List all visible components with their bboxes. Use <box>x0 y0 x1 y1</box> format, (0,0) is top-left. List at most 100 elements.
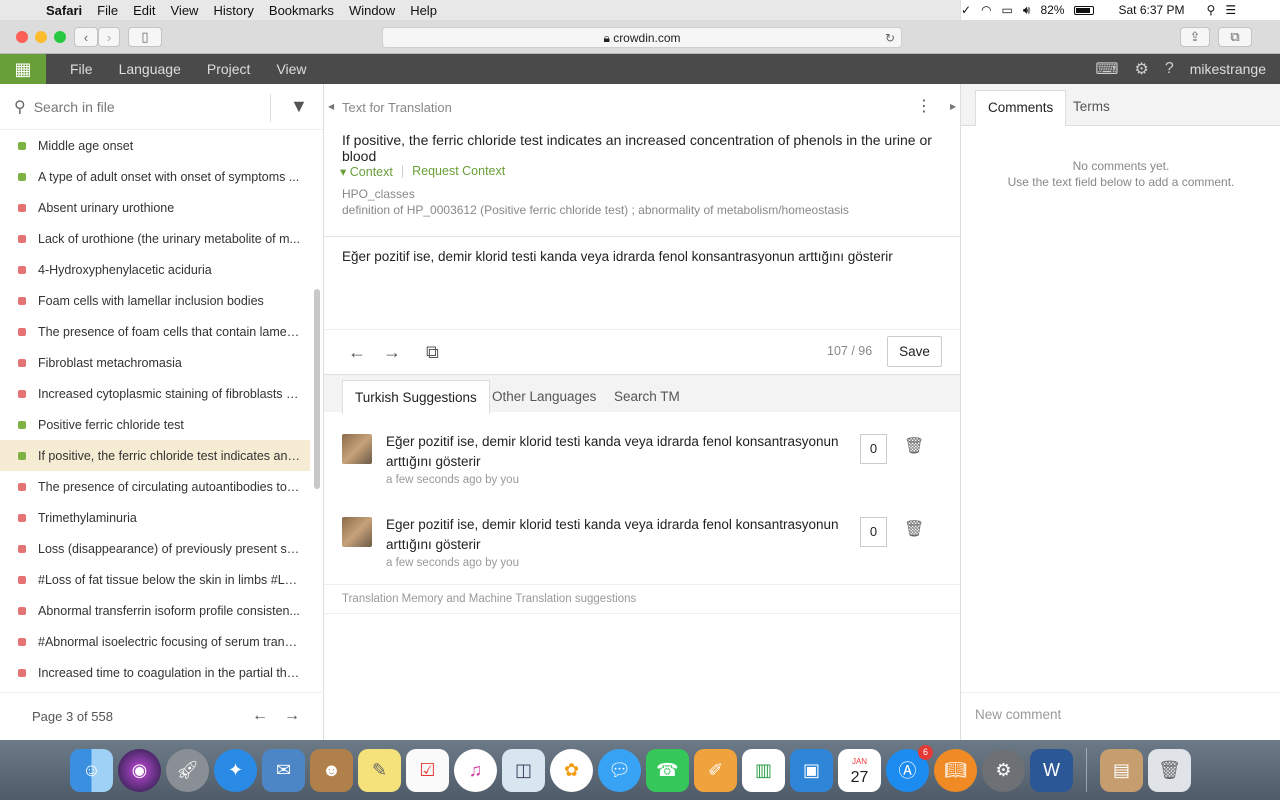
safari-icon[interactable]: ✦ <box>214 748 257 792</box>
string-row[interactable]: Trimethylaminuria <box>0 502 310 533</box>
help-icon[interactable]: ? <box>1165 60 1174 78</box>
menu-app-name[interactable]: Safari <box>46 3 82 18</box>
suggestion-item[interactable]: Eger pozitif ise, demir klorid testi kan… <box>324 505 960 587</box>
next-page-icon[interactable]: → <box>284 707 300 725</box>
minimize-window-button[interactable] <box>35 31 47 43</box>
contacts-icon[interactable]: ☻ <box>310 748 353 792</box>
tab-terms[interactable]: Terms <box>1061 90 1122 126</box>
photos-icon[interactable]: ✿ <box>550 748 593 792</box>
suggestion-text[interactable]: Eger pozitif ise, demir klorid testi kan… <box>386 515 846 555</box>
string-row[interactable]: If positive, the ferric chloride test in… <box>0 440 310 471</box>
calendar-icon[interactable]: JAN 27 <box>838 748 881 792</box>
sidebar-toggle-button[interactable]: ▯ <box>128 27 162 47</box>
tab-turkish-suggestions[interactable]: Turkish Suggestions <box>342 380 490 414</box>
close-window-button[interactable] <box>16 31 28 43</box>
menu-help[interactable]: Help <box>410 3 437 18</box>
app-grid-icon[interactable]: ▦ <box>0 54 46 84</box>
books-icon[interactable]: 📖︎ <box>934 748 977 792</box>
string-row[interactable]: Middle age onset <box>0 130 310 161</box>
context-toggle[interactable]: ▾ Context <box>340 164 393 179</box>
search-input[interactable] <box>33 98 254 115</box>
string-row[interactable]: Positive ferric chloride test <box>0 409 310 440</box>
clock[interactable]: Sat 6:37 PM <box>1118 3 1184 17</box>
string-row[interactable]: Abnormal transferrin isoform profile con… <box>0 595 310 626</box>
mail-bird-icon[interactable]: ✉ <box>262 748 305 792</box>
save-button[interactable]: Save <box>887 336 942 367</box>
notes-icon[interactable]: ✎ <box>358 748 401 792</box>
copy-source-icon[interactable]: ⧉ <box>426 342 439 363</box>
system-preferences-icon[interactable]: ⚙ <box>982 748 1025 792</box>
forward-button[interactable]: › <box>98 27 120 47</box>
pages-icon[interactable]: ✐ <box>694 748 737 792</box>
app-store-icon[interactable]: Ⓐ 6 <box>886 744 933 792</box>
tab-comments[interactable]: Comments <box>975 90 1067 126</box>
zoom-window-button[interactable] <box>54 31 66 43</box>
launchpad-icon[interactable]: 🚀︎ <box>166 748 209 792</box>
reload-icon[interactable]: ↻ <box>885 28 895 48</box>
menu-edit[interactable]: Edit <box>133 3 155 18</box>
vote-count[interactable]: 0 <box>860 434 887 464</box>
reminders-icon[interactable]: ☑ <box>406 748 449 792</box>
more-options-icon[interactable]: ⋮ <box>916 96 932 116</box>
translation-editor[interactable]: Eğer pozitif ise, demir klorid testi kan… <box>324 236 960 330</box>
vote-count[interactable]: 0 <box>860 517 887 547</box>
volume-icon[interactable]: 🔊︎ <box>1023 3 1031 18</box>
collapse-left-icon[interactable]: ◀ <box>328 102 334 111</box>
battery-icon[interactable] <box>1074 5 1095 15</box>
trash-icon[interactable]: 🗑︎ <box>904 436 924 456</box>
menu-project[interactable]: Project <box>207 61 251 77</box>
facetime-icon[interactable]: ☎ <box>646 748 689 792</box>
tabs-overview-button[interactable]: ⧉ <box>1218 27 1252 47</box>
string-row[interactable]: #Loss of fat tissue below the skin in li… <box>0 564 310 595</box>
string-row[interactable]: Absent urinary urothione <box>0 192 310 223</box>
string-row[interactable]: The presence of foam cells that contain … <box>0 316 310 347</box>
request-context-link[interactable]: Request Context <box>412 164 505 179</box>
wifi-icon[interactable]: ◠ <box>981 3 991 17</box>
checkmark-icon[interactable]: ✓ <box>961 3 971 17</box>
notification-center-icon[interactable]: ☰ <box>1225 3 1236 17</box>
arrow-left-icon[interactable]: ← <box>348 342 366 363</box>
share-button[interactable]: ⇪ <box>1180 27 1210 47</box>
keynote-icon[interactable]: ▣ <box>790 748 833 792</box>
string-row[interactable]: Lack of urothione (the urinary metabolit… <box>0 223 310 254</box>
string-row[interactable]: 4-Hydroxyphenylacetic aciduria <box>0 254 310 285</box>
string-row[interactable]: #Abnormal isoelectric focusing of serum … <box>0 626 310 657</box>
username[interactable]: mikestrange <box>1190 61 1266 77</box>
string-row[interactable]: Fibroblast metachromasia <box>0 347 310 378</box>
word-icon[interactable]: W <box>1030 748 1073 792</box>
menu-file[interactable]: File <box>97 3 118 18</box>
tab-other-languages[interactable]: Other Languages <box>480 380 608 414</box>
airplay-icon[interactable]: ▭ <box>1002 3 1013 17</box>
gear-icon[interactable]: ⚙ <box>1134 59 1148 79</box>
string-row[interactable]: Increased cytoplasmic staining of fibrob… <box>0 378 310 409</box>
arrow-right-icon[interactable]: → <box>383 342 401 363</box>
address-bar[interactable]: 🔒︎ crowdin.com ↻ <box>382 27 902 48</box>
keyboard-icon[interactable]: ⌨ <box>1095 59 1118 79</box>
finder-icon[interactable]: ☺ <box>70 748 113 792</box>
suggestion-text[interactable]: Eğer pozitif ise, demir klorid testi kan… <box>386 432 846 472</box>
collapse-right-icon[interactable]: ▶ <box>950 102 956 111</box>
strings-scrollbar[interactable] <box>314 289 320 489</box>
menu-language[interactable]: Language <box>119 61 181 77</box>
string-row[interactable]: Loss (disappearance) of previously prese… <box>0 533 310 564</box>
menu-file-crowdin[interactable]: File <box>70 61 93 77</box>
trash-icon[interactable]: 🗑︎ <box>904 519 924 539</box>
menu-view-crowdin[interactable]: View <box>276 61 306 77</box>
menu-history[interactable]: History <box>213 3 253 18</box>
menu-window[interactable]: Window <box>349 3 395 18</box>
string-row[interactable]: Foam cells with lamellar inclusion bodie… <box>0 285 310 316</box>
new-comment-input[interactable] <box>975 707 1265 722</box>
downloads-folder-icon[interactable]: ▤ <box>1100 748 1143 792</box>
menu-view[interactable]: View <box>171 3 199 18</box>
filter-icon[interactable]: ▼ <box>290 96 308 117</box>
back-button[interactable]: ‹ <box>74 27 98 47</box>
string-row[interactable]: The presence of circulating autoantibodi… <box>0 471 310 502</box>
itunes-icon[interactable]: ♫ <box>454 748 497 792</box>
suggestion-item[interactable]: Eğer pozitif ise, demir klorid testi kan… <box>324 422 960 504</box>
preview-icon[interactable]: ◫ <box>502 748 545 792</box>
string-row[interactable]: A type of adult onset with onset of symp… <box>0 161 310 192</box>
messages-icon[interactable]: 💬︎ <box>598 748 641 792</box>
translation-text[interactable]: Eğer pozitif ise, demir klorid testi kan… <box>342 249 893 264</box>
siri-icon[interactable]: ◉ <box>118 748 161 792</box>
tab-search-tm[interactable]: Search TM <box>602 380 692 414</box>
